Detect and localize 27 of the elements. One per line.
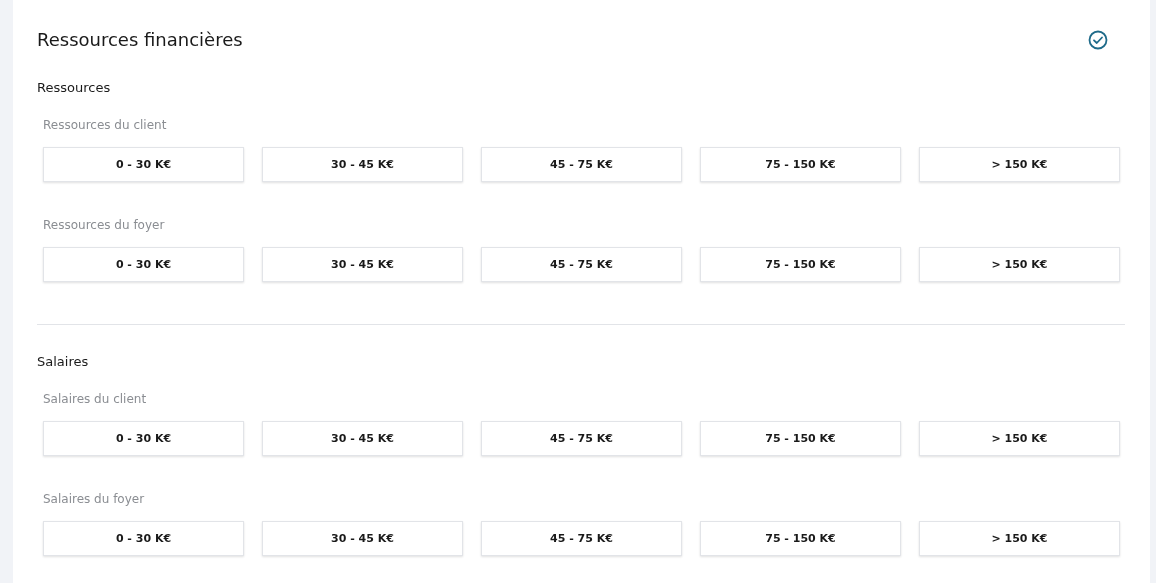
section-title: Ressources (37, 79, 112, 97)
range-option[interactable]: 0 - 30 K€ (43, 521, 244, 556)
range-option[interactable]: 0 - 30 K€ (43, 421, 244, 456)
range-option[interactable]: 75 - 150 K€ (700, 521, 901, 556)
range-option[interactable]: > 150 K€ (919, 147, 1120, 182)
range-option[interactable]: 0 - 30 K€ (43, 247, 244, 282)
range-option[interactable]: 45 - 75 K€ (481, 247, 682, 282)
group-label: Ressources du client (43, 117, 168, 133)
range-option[interactable]: > 150 K€ (919, 421, 1120, 456)
range-option[interactable]: > 150 K€ (919, 247, 1120, 282)
range-option[interactable]: > 150 K€ (919, 521, 1120, 556)
range-option[interactable]: 45 - 75 K€ (481, 147, 682, 182)
range-option[interactable]: 0 - 30 K€ (43, 147, 244, 182)
range-option[interactable]: 45 - 75 K€ (481, 521, 682, 556)
range-option[interactable]: 30 - 45 K€ (262, 247, 463, 282)
range-option[interactable]: 30 - 45 K€ (262, 421, 463, 456)
group-label: Salaires du foyer (43, 491, 146, 507)
range-option[interactable]: 45 - 75 K€ (481, 421, 682, 456)
range-option[interactable]: 30 - 45 K€ (262, 147, 463, 182)
range-option[interactable]: 30 - 45 K€ (262, 521, 463, 556)
page-title: Ressources financières (37, 29, 243, 51)
range-option[interactable]: 75 - 150 K€ (700, 421, 901, 456)
range-option[interactable]: 75 - 150 K€ (700, 147, 901, 182)
group-label: Salaires du client (43, 391, 148, 407)
group-label: Ressources du foyer (43, 217, 166, 233)
range-option[interactable]: 75 - 150 K€ (700, 247, 901, 282)
section-title: Salaires (37, 353, 90, 371)
